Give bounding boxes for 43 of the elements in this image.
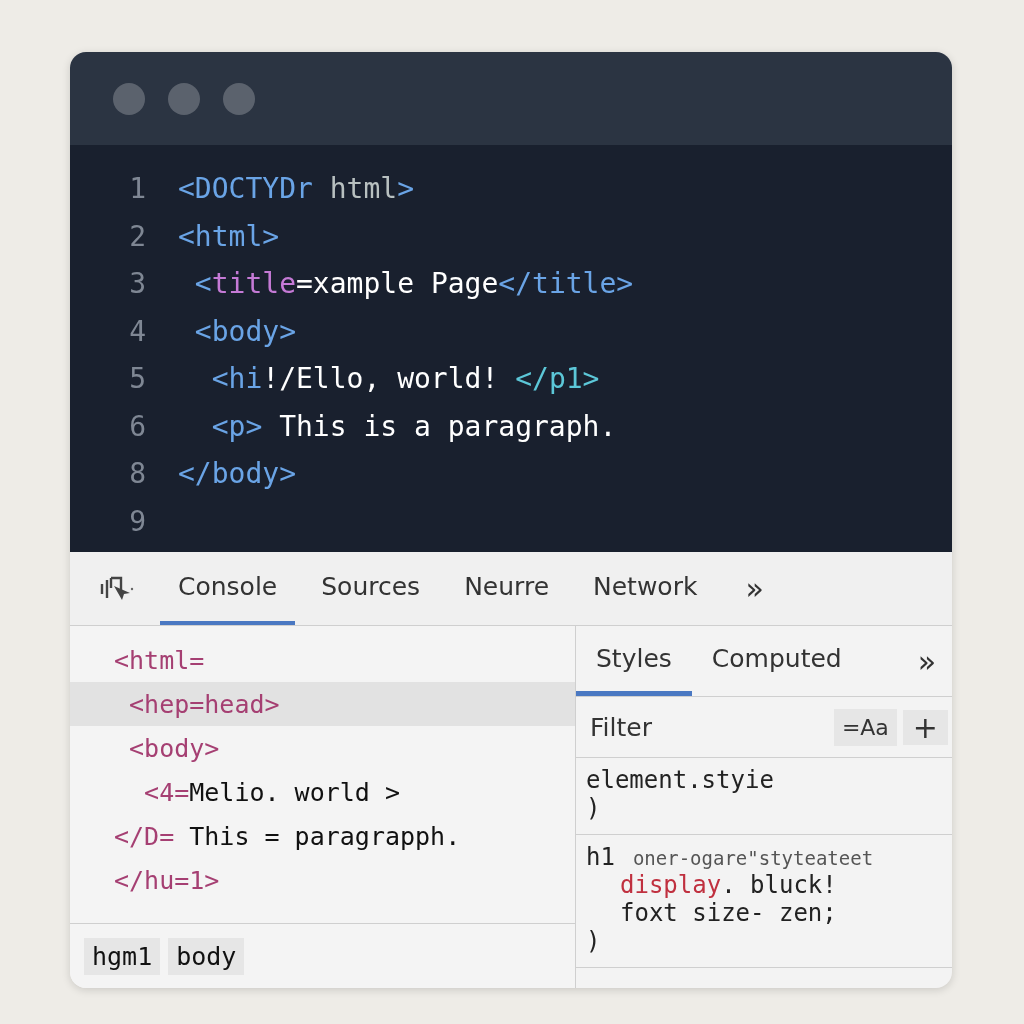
code-line: <DOCTYDr html>: [178, 172, 414, 206]
line-number: 3: [128, 267, 146, 301]
filter-field[interactable]: Filter: [588, 711, 828, 743]
dom-node-row[interactable]: <hep=head>: [70, 682, 575, 726]
line-number: 6: [128, 409, 146, 443]
window-control-icon[interactable]: [113, 82, 145, 115]
add-rule-button[interactable]: +: [902, 709, 948, 745]
closing-brace: ): [586, 927, 602, 957]
devtools-tab[interactable]: Sources: [303, 552, 439, 625]
dom-node-row[interactable]: <body>: [70, 726, 575, 770]
dom-node-row[interactable]: </hu=1>: [70, 858, 575, 902]
line-number: 2: [128, 219, 146, 253]
more-tabs-button[interactable]: »: [901, 626, 952, 696]
window-control-icon[interactable]: [168, 82, 200, 115]
code-line: <p> This is a paragraph.: [210, 409, 617, 443]
css-selector: h1: [586, 843, 615, 871]
styles-tab[interactable]: Styles: [576, 626, 692, 696]
line-number: 9: [128, 504, 146, 538]
code-line: <title=xample Page</title>: [193, 267, 634, 301]
css-declaration: display. bluck!: [619, 871, 838, 899]
line-number: 1: [128, 172, 146, 206]
code-line: <body>: [193, 314, 296, 348]
code-line: <hi!/Ello, world! </p1>: [210, 362, 600, 396]
styles-tab[interactable]: Computed: [691, 626, 862, 696]
class-toggle-button[interactable]: =Aa: [833, 708, 897, 746]
dom-node-row[interactable]: <html=: [70, 638, 575, 682]
devtools-tab[interactable]: Neurre: [446, 552, 568, 625]
breadcrumb-item[interactable]: hgm1: [84, 937, 161, 975]
code-line: <html>: [178, 219, 280, 253]
window-control-icon[interactable]: [223, 82, 255, 115]
css-declaration: foxt size- zen;: [619, 899, 838, 927]
line-number: 4: [128, 314, 146, 348]
line-number: 5: [128, 362, 146, 396]
code-line: </body>: [178, 457, 296, 491]
breadcrumb-item[interactable]: body: [168, 937, 245, 975]
dom-node-row[interactable]: <4=Melio. world >: [70, 770, 575, 814]
dom-node-row[interactable]: </D= This = paragrapph.: [70, 814, 575, 858]
stylesheet-source-link[interactable]: oner-ogare"styteateet: [632, 847, 874, 869]
line-number: 8: [128, 457, 146, 491]
devtools-tab[interactable]: Network: [575, 552, 716, 625]
more-tabs-button[interactable]: »: [723, 552, 786, 625]
css-selector: element.styie: [586, 766, 774, 794]
closing-brace: ): [586, 794, 602, 824]
